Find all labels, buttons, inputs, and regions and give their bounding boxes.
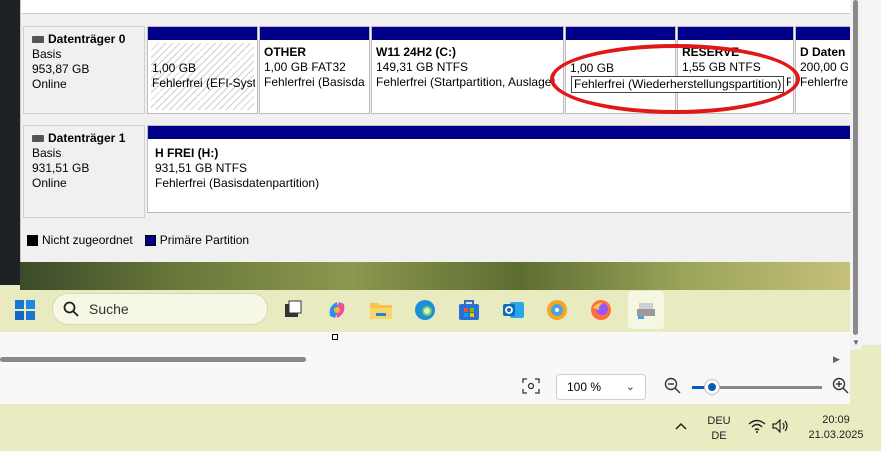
legend-label: Primäre Partition — [159, 233, 250, 247]
windows-start-icon[interactable] — [10, 295, 40, 325]
clock-date: 21.03.2025 — [808, 429, 864, 441]
partition-bar — [678, 27, 793, 40]
scroll-right-arrow-icon[interactable]: ▶ — [833, 354, 840, 365]
clock-time: 20:09 — [822, 414, 850, 426]
partition-size: 931,51 GB NTFS — [155, 161, 248, 175]
vertical-scrollbar-thumb[interactable] — [853, 0, 858, 335]
legend-swatch — [27, 234, 38, 246]
search-placeholder: Suche — [89, 301, 129, 317]
taskbar: Suche — [0, 290, 850, 332]
partition-body: W11 24H2 (C:) 149,31 GB NTFS Fehlerfrei … — [376, 45, 561, 90]
partition-body: D Daten 200,00 GB Fehlerfrei — [800, 45, 848, 90]
disk-drive-icon — [32, 135, 44, 142]
clock[interactable]: 20:09 21.03.2025 — [798, 413, 874, 443]
disk-name-0: Datenträger 0 — [32, 32, 136, 47]
partition-size: 1,00 GB — [152, 61, 197, 75]
partition-title: H FREI (H:) — [155, 146, 219, 160]
disk-management-taskbar-icon[interactable] — [628, 291, 664, 329]
zoom-level-value: 100 % — [567, 380, 602, 394]
legend-label: Nicht zugeordnet — [42, 233, 133, 247]
partition-bar — [260, 27, 369, 40]
disk-size: 953,87 GB — [32, 62, 90, 76]
partition-status: Fehlerfrei (Startpartition, Auslager — [376, 75, 556, 89]
file-explorer-icon[interactable] — [366, 295, 396, 325]
chevron-down-icon: ⌄ — [625, 381, 635, 393]
disk-info-0[interactable]: Datenträger 0 Basis 953,87 GB Online — [23, 26, 145, 114]
desktop-wallpaper-strip — [20, 262, 850, 290]
red-annotation-ellipse — [550, 44, 800, 114]
partition-status: Fehlerfrei (Basisdatenpartition) — [155, 176, 320, 190]
partition-size: 200,00 GB — [800, 60, 848, 74]
partition-bar — [148, 27, 257, 40]
partition-status: Fehlerfrei (Basisda — [264, 75, 365, 89]
viewer-window-footer: ▶ 100 % ⌄ — [0, 332, 850, 404]
partition-efi[interactable]: 1,00 GB Fehlerfrei (EFI-Syst — [147, 26, 258, 114]
keyboard-layout-code: DE — [711, 430, 727, 442]
disk-name-1: Datenträger 1 — [32, 131, 136, 146]
partition-bar — [148, 126, 850, 139]
copilot-icon[interactable] — [322, 295, 352, 325]
partition-status: Fehlerfrei (EFI-Syst — [152, 76, 255, 90]
partition-bar — [796, 27, 850, 40]
disk-drive-icon — [32, 36, 44, 43]
wifi-icon[interactable] — [748, 419, 766, 436]
system-tray: DEU DE 20:09 21.03.2025 — [0, 404, 881, 451]
disk-name-label: Datenträger 0 — [48, 32, 126, 46]
disk-status: Online — [32, 176, 67, 190]
partition-body: H FREI (H:) 931,51 GB NTFS Fehlerfrei (B… — [155, 146, 848, 191]
scroll-down-arrow-icon[interactable]: ▼ — [852, 338, 860, 347]
partition-title: W11 24H2 (C:) — [376, 45, 457, 59]
legend-item-unallocated: Nicht zugeordnet — [27, 233, 133, 247]
disk-info-1[interactable]: Datenträger 1 Basis 931,51 GB Online — [23, 125, 145, 218]
partition-bar — [566, 27, 675, 40]
partition-d[interactable]: D Daten 200,00 GB Fehlerfrei — [795, 26, 851, 114]
firefox-icon[interactable] — [586, 295, 616, 325]
zoom-slider-thumb[interactable] — [704, 380, 719, 394]
edge-icon[interactable] — [410, 295, 440, 325]
partition-status: Fehlerfrei — [800, 75, 848, 89]
legend-item-primary: Primäre Partition — [144, 233, 250, 247]
partition-title: OTHER — [264, 45, 306, 59]
disk-size: 931,51 GB — [32, 161, 90, 175]
disk-row-1: Datenträger 1 Basis 931,51 GB Online H F… — [21, 125, 851, 218]
task-view-icon[interactable] — [278, 295, 308, 325]
zoom-out-icon[interactable] — [664, 377, 682, 398]
disk-status: Online — [32, 77, 67, 91]
zoom-slider[interactable] — [692, 380, 822, 394]
partition-title: D Daten — [800, 45, 846, 59]
language-code: DEU — [707, 415, 731, 427]
horizontal-scrollbar-thumb[interactable] — [0, 357, 306, 362]
volume-list-bottom-edge — [21, 0, 851, 14]
disk-type: Basis — [32, 47, 62, 61]
partition-size: 1,00 GB FAT32 — [264, 60, 346, 74]
vertical-scrollbar[interactable]: ▼ — [850, 0, 862, 350]
maps-icon[interactable] — [542, 295, 572, 325]
partition-c[interactable]: W11 24H2 (C:) 149,31 GB NTFS Fehlerfrei … — [371, 26, 564, 114]
chevron-up-icon[interactable] — [674, 420, 688, 434]
partition-body: OTHER 1,00 GB FAT32 Fehlerfrei (Basisda — [264, 45, 367, 90]
legend-swatch — [144, 234, 156, 246]
resize-handle[interactable] — [332, 334, 338, 340]
fit-to-screen-icon[interactable] — [522, 378, 540, 397]
taskbar-search-box[interactable]: Suche — [52, 293, 268, 325]
microsoft-store-icon[interactable] — [454, 295, 484, 325]
volume-icon[interactable] — [772, 418, 790, 436]
desktop-background-left — [0, 0, 22, 285]
input-language-indicator[interactable]: DEU DE — [702, 414, 736, 444]
disk-type: Basis — [32, 146, 62, 160]
partition-other[interactable]: OTHER 1,00 GB FAT32 Fehlerfrei (Basisda — [259, 26, 370, 114]
zoom-in-icon[interactable] — [832, 377, 850, 398]
legend: Nicht zugeordnet Primäre Partition — [27, 233, 249, 247]
disk-management-window: Datenträger 0 Basis 953,87 GB Online 1,0… — [20, 0, 851, 262]
partition-bar — [372, 27, 563, 40]
disk-name-label: Datenträger 1 — [48, 131, 126, 145]
partition-h[interactable]: H FREI (H:) 931,51 GB NTFS Fehlerfrei (B… — [147, 125, 851, 213]
partition-body: 1,00 GB Fehlerfrei (EFI-Syst — [152, 61, 255, 91]
zoom-level-select[interactable]: 100 % ⌄ — [556, 374, 646, 400]
search-icon — [63, 301, 79, 317]
outlook-icon[interactable] — [498, 295, 528, 325]
partition-size: 149,31 GB NTFS — [376, 60, 469, 74]
